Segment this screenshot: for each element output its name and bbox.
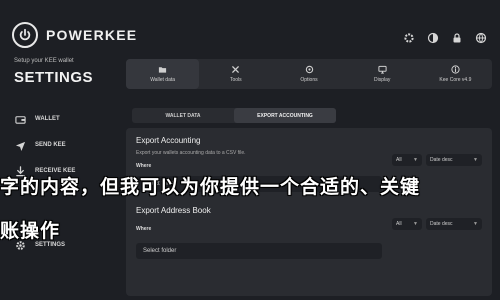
tab-options[interactable]: Options [272, 59, 345, 89]
tab-label: Options [300, 77, 318, 83]
sidebar-item-wallet[interactable]: WALLET [14, 106, 114, 132]
chevron-down-icon: ▼ [473, 157, 478, 163]
display-icon [378, 65, 387, 74]
tab-tools[interactable]: Tools [199, 59, 272, 89]
tab-display[interactable]: Display [346, 59, 419, 89]
accounting-filter-select[interactable]: All ▼ [392, 154, 422, 166]
select-value: Date desc [430, 221, 453, 227]
top-toolbar [402, 31, 488, 45]
tools-icon [232, 66, 240, 73]
theme-toggle-icon[interactable] [426, 31, 440, 45]
tab-kee-core[interactable]: Kee Core v4.9 [419, 59, 492, 89]
export-accounting-description: Export your wallets accounting data to a… [136, 150, 246, 156]
lock-icon[interactable] [450, 31, 464, 45]
info-icon [451, 65, 460, 74]
options-icon [305, 65, 313, 74]
sidebar-item-label: WALLET [35, 116, 60, 122]
settings-icon[interactable] [402, 31, 416, 45]
send-icon [14, 139, 26, 151]
export-accounting-title: Export Accounting [136, 136, 201, 145]
where-label: Where [136, 226, 152, 232]
select-value: All [396, 157, 402, 163]
sidebar-item-label: SEND KEE [35, 142, 66, 148]
sidebar-item-send[interactable]: SEND KEE [14, 132, 114, 158]
tab-label: Display [374, 77, 391, 83]
power-logo-icon [12, 22, 38, 48]
chevron-down-icon: ▼ [413, 157, 418, 163]
folder-icon [158, 67, 167, 73]
overlay-caption-line-2: 账操作 [0, 220, 61, 242]
brand-logo[interactable]: POWERKEE [12, 22, 137, 48]
page-title: SETTINGS [14, 69, 94, 86]
accounting-sort-select[interactable]: Date desc ▼ [426, 154, 482, 166]
export-address-book-title: Export Address Book [136, 206, 211, 215]
tab-label: Kee Core v4.9 [439, 77, 472, 83]
address-book-folder-input[interactable]: Select folder [136, 243, 382, 259]
tab-label: Tools [229, 77, 242, 83]
settings-tabs: Wallet data Tools Options Display Kee Co… [126, 59, 492, 89]
chevron-down-icon: ▼ [413, 221, 418, 227]
sidebar: POWERKEE Setup your KEE wallet SETTINGS … [0, 0, 136, 300]
chevron-down-icon: ▼ [473, 221, 478, 227]
tab-wallet-data[interactable]: Wallet data [126, 59, 200, 89]
wallet-data-subtabs: WALLET DATA EXPORT ACCOUNTING [132, 108, 336, 123]
select-value: Date desc [430, 157, 453, 163]
where-label: Where [136, 163, 152, 169]
export-panel: Export Accounting Export your wallets ac… [126, 128, 492, 296]
address-book-filter-select[interactable]: All ▼ [392, 218, 422, 230]
address-book-sort-select[interactable]: Date desc ▼ [426, 218, 482, 230]
network-icon[interactable] [474, 31, 488, 45]
select-value: All [396, 221, 402, 227]
overlay-caption-line-1: 字的内容，但我可以为你提供一个合适的、关键 [0, 176, 421, 198]
tab-label: Wallet data [150, 77, 176, 83]
subtab-wallet-data[interactable]: WALLET DATA [132, 108, 234, 123]
setup-text: Setup your KEE wallet [14, 58, 74, 64]
subtab-export-accounting[interactable]: EXPORT ACCOUNTING [234, 108, 336, 123]
brand-name: POWERKEE [46, 27, 138, 43]
wallet-icon [14, 113, 26, 125]
